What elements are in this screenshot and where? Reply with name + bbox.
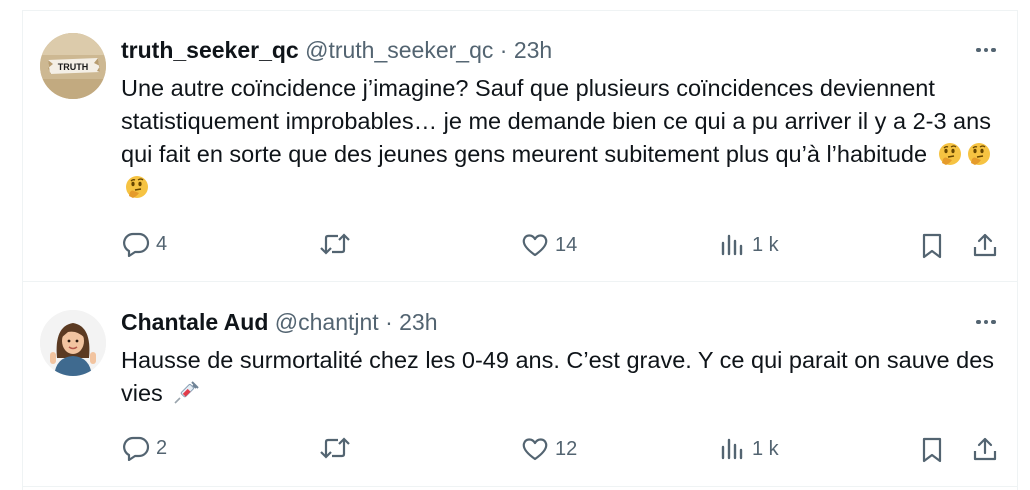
repost-button[interactable] bbox=[319, 436, 357, 460]
tweet-text: Hausse de surmortalité chez les 0-49 ans… bbox=[121, 347, 995, 406]
more-options-icon[interactable] bbox=[972, 40, 1000, 60]
views-button[interactable]: 1 k bbox=[720, 436, 779, 462]
tweet-text: Une autre coïncidence j’imagine? Sauf qu… bbox=[121, 75, 991, 167]
share-icon bbox=[972, 231, 998, 259]
author-handle[interactable]: @truth_seeker_qc bbox=[305, 37, 493, 63]
heart-icon bbox=[521, 232, 549, 258]
reply-count: 4 bbox=[156, 232, 168, 255]
repost-icon bbox=[319, 436, 351, 460]
analytics-icon bbox=[720, 436, 746, 462]
share-icon bbox=[972, 435, 998, 463]
tweet-text-block: Hausse de surmortalité chez les 0-49 ans… bbox=[121, 344, 1001, 410]
separator: · bbox=[385, 309, 393, 335]
views-button[interactable]: 1 k bbox=[720, 232, 779, 258]
reply-button[interactable]: 4 bbox=[122, 231, 167, 257]
avatar-logo-text: TRUTH bbox=[58, 62, 89, 72]
like-count: 14 bbox=[555, 233, 578, 256]
heart-icon bbox=[521, 436, 549, 462]
bottom-divider bbox=[22, 486, 1018, 487]
view-count: 1 k bbox=[752, 233, 779, 256]
timestamp[interactable]: 23h bbox=[399, 309, 437, 335]
thinking-face-icon bbox=[937, 141, 963, 167]
reply-icon bbox=[122, 231, 150, 257]
syringe-icon bbox=[172, 380, 200, 406]
share-button[interactable] bbox=[972, 231, 998, 259]
repost-icon bbox=[319, 232, 351, 256]
tweet-truth-seeker[interactable]: TRUTH truth_seeker_qc @truth_seeker_qc ·… bbox=[0, 0, 1030, 280]
like-button[interactable]: 12 bbox=[521, 436, 577, 462]
reply-button[interactable]: 2 bbox=[122, 435, 167, 461]
author-handle[interactable]: @chantjnt bbox=[275, 309, 379, 335]
bookmark-button[interactable] bbox=[921, 436, 943, 464]
bookmark-icon bbox=[921, 436, 943, 464]
author-name[interactable]: truth_seeker_qc bbox=[121, 37, 299, 63]
thinking-face-icon bbox=[124, 174, 150, 200]
avatar[interactable] bbox=[40, 310, 106, 376]
bookmark-icon bbox=[921, 232, 943, 260]
more-options-icon[interactable] bbox=[972, 312, 1000, 332]
analytics-icon bbox=[720, 232, 746, 258]
share-button[interactable] bbox=[972, 435, 998, 463]
tweet-header: truth_seeker_qc @truth_seeker_qc · 23h bbox=[121, 36, 552, 64]
like-count: 12 bbox=[555, 437, 578, 460]
bookmark-button[interactable] bbox=[921, 232, 943, 260]
repost-button[interactable] bbox=[319, 232, 357, 256]
tweet-header: Chantale Aud @chantjnt · 23h bbox=[121, 308, 438, 336]
view-count: 1 k bbox=[752, 437, 779, 460]
avatar[interactable]: TRUTH bbox=[40, 33, 106, 99]
reply-icon bbox=[122, 435, 150, 461]
thinking-face-icon bbox=[966, 141, 992, 167]
separator: · bbox=[499, 37, 508, 63]
tweet-text-block: Une autre coïncidence j’imagine? Sauf qu… bbox=[121, 72, 1001, 204]
timestamp[interactable]: 23h bbox=[514, 37, 552, 63]
tweet-chantale-aud[interactable]: Chantale Aud @chantjnt · 23h Hausse de s… bbox=[0, 282, 1030, 490]
author-name[interactable]: Chantale Aud bbox=[121, 309, 268, 335]
reply-count: 2 bbox=[156, 436, 168, 459]
like-button[interactable]: 14 bbox=[521, 232, 577, 258]
